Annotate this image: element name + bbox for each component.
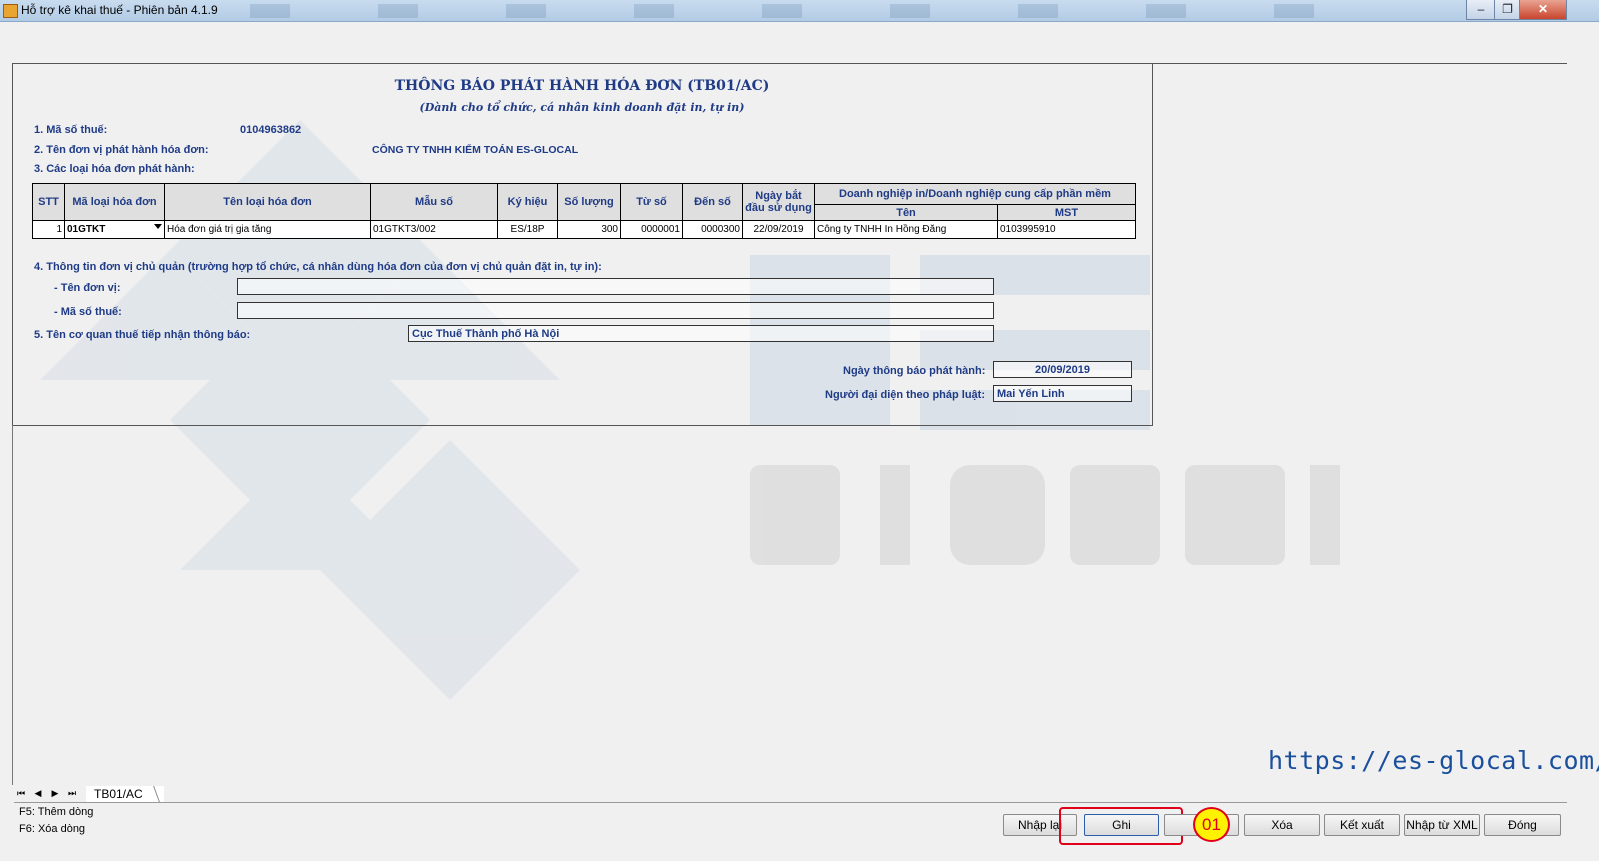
cell-quantity[interactable]: 300: [557, 220, 621, 239]
form-title: THÔNG BÁO PHÁT HÀNH HÓA ĐƠN (TB01/AC): [394, 78, 770, 94]
tax-office-label: 5. Tên cơ quan thuế tiếp nhận thông báo:: [34, 329, 251, 341]
form-subtitle: (Dành cho tổ chức, cá nhân kinh doanh đặ…: [419, 101, 745, 114]
cell-provider-name[interactable]: Công ty TNHH In Hồng Đăng: [814, 220, 998, 239]
col-header-code: Mã loại hóa đơn: [64, 183, 165, 221]
close-button[interactable]: Đóng: [1484, 814, 1561, 836]
sheet-tab-tb01ac[interactable]: TB01/AC: [86, 786, 164, 803]
content-left-border: [12, 425, 13, 785]
col-header-symbol: Ký hiệu: [497, 183, 558, 221]
col-header-quantity: Số lượng: [557, 183, 621, 221]
col-header-name: Tên loại hóa đơn: [164, 183, 371, 221]
cell-start-date[interactable]: 22/09/2019: [742, 220, 815, 239]
col-header-provider: Doanh nghiệp in/Doanh nghiệp cung cấp ph…: [814, 183, 1136, 205]
tax-code-label: 1. Mã số thuế:: [34, 124, 108, 136]
sheet-divider: [14, 802, 1567, 803]
last-sheet-icon[interactable]: ⏭: [65, 786, 79, 801]
save-button[interactable]: Ghi: [1084, 814, 1159, 836]
hint-delete-row: F6: Xóa dòng: [19, 823, 86, 835]
invoice-table: STT Mã loại hóa đơn Tên loại hóa đơn Mẫu…: [32, 183, 1136, 239]
cell-code-value: 01GTKT: [67, 224, 106, 235]
maximize-button[interactable]: ❐: [1494, 0, 1521, 20]
step-marker: 01: [1193, 807, 1230, 842]
parent-name-label: - Tên đơn vị:: [54, 282, 121, 294]
cell-stt[interactable]: 1: [32, 220, 65, 239]
hint-add-row: F5: Thêm dòng: [19, 806, 94, 818]
cell-symbol[interactable]: ES/18P: [497, 220, 558, 239]
cell-code-dropdown[interactable]: 01GTKT: [64, 220, 165, 239]
issuer-name: CÔNG TY TNHH KIỂM TOÁN ES-GLOCAL: [372, 144, 579, 156]
window-title: Hỗ trợ kê khai thuế - Phiên bản 4.1.9: [21, 3, 218, 17]
col-header-to: Đến số: [682, 183, 743, 221]
table-row: 1 01GTKT Hóa đơn giá trị gia tăng 01GTKT…: [32, 220, 1136, 239]
notice-date-label: Ngày thông báo phát hành:: [843, 365, 986, 377]
representative-label: Người đại diện theo pháp luật:: [825, 389, 986, 401]
col-header-from: Từ số: [620, 183, 683, 221]
notice-date-input[interactable]: 20/09/2019: [993, 361, 1132, 378]
parent-tax-label: - Mã số thuế:: [54, 306, 122, 318]
cell-to[interactable]: 0000300: [682, 220, 743, 239]
next-sheet-icon[interactable]: ▶: [48, 786, 62, 801]
col-header-provider-mst: MST: [997, 204, 1136, 221]
col-header-template: Mẫu số: [370, 183, 498, 221]
cell-template[interactable]: 01GTKT3/002: [370, 220, 498, 239]
cell-from[interactable]: 0000001: [620, 220, 683, 239]
prev-sheet-icon[interactable]: ◀: [31, 786, 45, 801]
app-icon: [3, 4, 18, 18]
window-title-bar: Hỗ trợ kê khai thuế - Phiên bản 4.1.9 – …: [0, 0, 1599, 22]
dropdown-arrow-icon[interactable]: [154, 224, 162, 229]
tax-code-value: 0104963862: [240, 124, 302, 136]
import-xml-button[interactable]: Nhập từ XML: [1404, 814, 1480, 836]
representative-input[interactable]: Mai Yến Linh: [993, 385, 1132, 402]
taskbar-ghost-tabs: [250, 4, 1400, 18]
parent-tax-input[interactable]: [237, 302, 994, 319]
export-button[interactable]: Kết xuất: [1324, 814, 1400, 836]
col-header-stt: STT: [32, 183, 65, 221]
tax-office-input[interactable]: Cục Thuế Thành phố Hà Nội: [408, 325, 994, 342]
cell-name[interactable]: Hóa đơn giá trị gia tăng: [164, 220, 371, 239]
invoice-types-label: 3. Các loại hóa đơn phát hành:: [34, 163, 195, 175]
website-watermark: https://es-glocal.com/: [1268, 746, 1599, 775]
parent-info-label: 4. Thông tin đơn vị chủ quản (trường hợp…: [34, 261, 602, 273]
delete-button[interactable]: Xóa: [1244, 814, 1320, 836]
col-header-provider-name: Tên: [814, 204, 998, 221]
form-panel-edge: [1151, 63, 1567, 64]
col-header-start-date: Ngày bắt đầu sử dụng: [742, 183, 815, 221]
close-window-button[interactable]: ✕: [1519, 0, 1567, 20]
parent-name-input[interactable]: [237, 278, 994, 295]
cell-provider-mst[interactable]: 0103995910: [997, 220, 1136, 239]
minimize-button[interactable]: –: [1466, 0, 1496, 20]
first-sheet-icon[interactable]: ⏮: [14, 786, 28, 801]
issuer-label: 2. Tên đơn vị phát hành hóa đơn:: [34, 144, 209, 156]
